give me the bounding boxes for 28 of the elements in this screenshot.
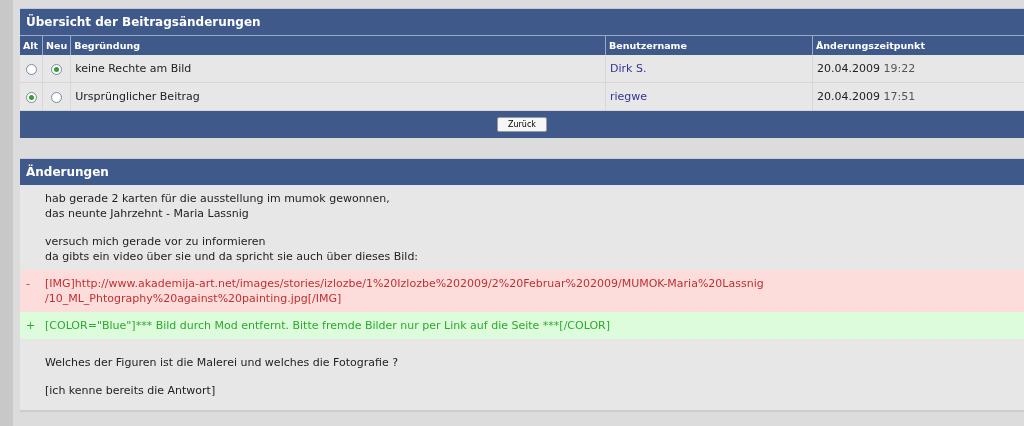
diff-text: [IMG]http://www.akademija-art.net/images/stories/izlozbe/1%20Izlozbe%202009/2%20Februar%202009/MUMOK-Maria%20Lassnig /10_ML_Phtography%20against%20painting.jpg[/IMG] (45, 276, 764, 306)
radio-button[interactable] (51, 91, 63, 103)
time-text: 19:22 (883, 62, 916, 75)
radio-button[interactable] (25, 91, 37, 103)
post-text: hab gerade 2 karten für die ausstellung im mumok gewonnen, das neunte Jahrzehnt - Maria Lassnig (44, 191, 391, 221)
panel-title: Änderungen (20, 159, 1024, 185)
radio-button[interactable] (25, 63, 37, 75)
column-header: Begründung (70, 35, 606, 55)
radio-button[interactable] (51, 63, 63, 75)
column-header: Neu (42, 35, 71, 55)
post-text: Welches der Figuren ist die Malerei und welches die Fotografie ? (44, 355, 399, 370)
username-link[interactable]: Dirk S. (610, 62, 647, 75)
column-header: Änderungszeitpunkt (812, 35, 1024, 55)
post-text: versuch mich gerade vor zu informieren da gibts ein video über sie und da spricht sie auch über dieses Bild: (44, 234, 420, 264)
diff-marker: + (26, 318, 37, 333)
date-text: 20.04.2009 (817, 62, 880, 75)
reason-text: Ursprünglicher Beitrag (75, 90, 200, 103)
date-text: 20.04.2009 (817, 90, 880, 103)
post-text: [ich kenne bereits die Antwort] (44, 383, 217, 398)
diff-marker: - (26, 276, 31, 292)
username-link[interactable]: riegwe (610, 90, 648, 103)
column-header: Alt (20, 35, 43, 55)
diff-text: [COLOR="Blue"]*** Bild durch Mod entfernt. Bitte fremde Bilder nur per Link auf die Seite ***[/COLOR] (45, 318, 610, 333)
column-header: Benutzername (605, 35, 813, 55)
panel-title: Übersicht der Beitragsänderungen (20, 9, 1024, 35)
back-button[interactable]: Zurück (497, 117, 547, 132)
reason-text: keine Rechte am Bild (75, 62, 192, 75)
time-text: 17:51 (883, 90, 916, 103)
